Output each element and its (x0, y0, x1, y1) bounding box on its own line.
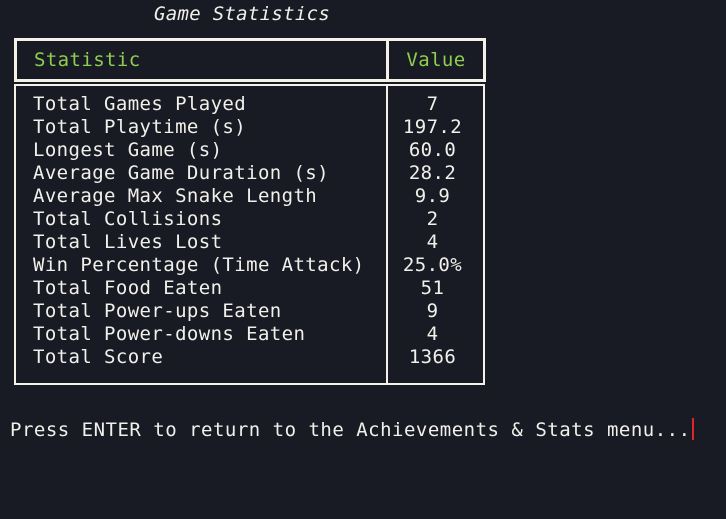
stat-value: 51 (420, 277, 445, 299)
stat-value: 28.2 (408, 162, 457, 184)
stat-label: Average Game Duration (s) (33, 162, 329, 184)
statistic-column: Total Games Played Total Playtime (s) Lo… (16, 86, 388, 383)
stat-value: 2 (426, 208, 439, 230)
page-title: Game Statistics (154, 3, 331, 25)
text-cursor (691, 418, 694, 440)
value-column: 7 197.2 60.0 28.2 9.9 2 4 25.0% 51 9 4 1… (388, 86, 483, 383)
stat-label: Average Max Snake Length (33, 185, 318, 207)
stat-label: Total Lives Lost (33, 231, 223, 253)
stat-value: 4 (426, 323, 439, 345)
stat-label: Total Games Played (33, 93, 247, 115)
stat-value: 197.2 (402, 116, 463, 138)
stats-table: Statistic Value Total Games Played Total… (14, 38, 486, 385)
stat-value: 25.0% (402, 254, 463, 276)
stat-value: 7 (426, 93, 439, 115)
stat-label: Total Collisions (33, 208, 223, 230)
table-body: Total Games Played Total Playtime (s) Lo… (14, 84, 485, 385)
stat-value: 9 (426, 300, 439, 322)
header-cell-statistic: Statistic (17, 41, 389, 79)
header-value-label: Value (406, 49, 466, 71)
header-cell-value: Value (389, 41, 483, 79)
stat-label: Total Power-downs Eaten (33, 323, 306, 345)
header-statistic-label: Statistic (34, 49, 141, 71)
stat-value: 9.9 (414, 185, 451, 207)
table-header: Statistic Value (14, 38, 486, 82)
stat-label: Total Playtime (s) (33, 116, 247, 138)
stat-label: Total Power-ups Eaten (33, 300, 282, 322)
terminal-prompt[interactable]: Press ENTER to return to the Achievement… (10, 418, 694, 441)
stat-value: 1366 (408, 346, 457, 368)
stat-value: 60.0 (408, 139, 457, 161)
stat-value: 4 (426, 231, 439, 253)
prompt-text: Press ENTER to return to the Achievement… (10, 419, 691, 441)
stat-label: Total Score (33, 346, 164, 368)
stat-label: Win Percentage (Time Attack) (33, 254, 365, 276)
stat-label: Total Food Eaten (33, 277, 223, 299)
stat-label: Longest Game (s) (33, 139, 223, 161)
